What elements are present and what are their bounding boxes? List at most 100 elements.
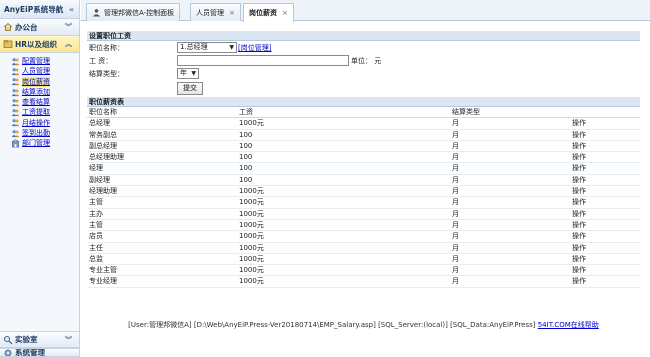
sidebar-item-label[interactable]: 结算添加 xyxy=(22,87,50,97)
operate-link[interactable]: 操作 xyxy=(570,129,640,141)
users-icon xyxy=(11,129,20,137)
settle-type-cell: 月 xyxy=(450,162,570,175)
gear-icon xyxy=(4,349,12,356)
table-header-row: 职位名称 工资 结算类型 xyxy=(87,107,640,119)
settle-type-cell: 月 xyxy=(450,230,570,243)
operate-link[interactable]: 操作 xyxy=(570,196,640,209)
position-select[interactable]: 1.总经理 ▼ xyxy=(177,42,237,53)
sidebar-item-salary-extract[interactable]: 工资提取 xyxy=(11,107,79,117)
sidebar-item-label[interactable]: 查看结算 xyxy=(22,97,50,107)
close-icon[interactable]: × xyxy=(229,5,235,21)
tab-position-salary[interactable]: 岗位薪资 × xyxy=(243,3,294,22)
sidebar-section-hr[interactable]: HR以及组织 ︽ xyxy=(0,36,79,53)
table-row: 专业主管 1000元月操作 xyxy=(87,264,640,277)
search-icon xyxy=(3,335,13,344)
sidebar-item-view-settle[interactable]: 查看结算 xyxy=(11,97,79,107)
settle-type-cell: 月 xyxy=(450,253,570,266)
position-name-cell: 店员 xyxy=(87,230,237,243)
sidebar-item-label[interactable]: 部门管理 xyxy=(22,138,50,148)
table-row: 总经理助理 100 月操作 xyxy=(87,151,640,164)
operate-link[interactable]: 操作 xyxy=(570,185,640,198)
sidebar-section-lab[interactable]: 实验室 ︾ xyxy=(0,331,79,348)
salary-label: 工 资： xyxy=(89,56,113,65)
operate-link[interactable]: 操作 xyxy=(570,208,640,220)
sidebar-item-personnel[interactable]: 人员管理 xyxy=(11,66,79,76)
sidebar-section-label: 系统管理 xyxy=(15,348,45,357)
table-row: 主任 1000元月操作 xyxy=(87,242,640,254)
sidebar-item-label[interactable]: 工资提取 xyxy=(22,107,50,117)
position-name-cell: 总经理 xyxy=(87,117,237,130)
double-chevron-down-icon[interactable]: ︾ xyxy=(65,19,72,36)
position-label: 职位名称： xyxy=(89,43,124,52)
tab-personnel[interactable]: 人员管理 × xyxy=(190,3,241,21)
tab-dashboard[interactable]: 管理邦微信A-控制面板 xyxy=(86,3,181,21)
sidebar-item-position-salary[interactable]: 岗位薪资 xyxy=(11,76,79,87)
position-name-cell: 副经理 xyxy=(87,174,237,187)
sidebar-title: AnyEiP系统导航 xyxy=(4,5,64,14)
operate-link[interactable]: 操作 xyxy=(570,117,640,130)
position-select-value: 1.总经理 xyxy=(180,43,208,51)
double-chevron-down-icon[interactable]: ︾ xyxy=(65,332,72,349)
unit-label: 单位： 元 xyxy=(351,56,382,65)
help-link[interactable]: 54IT.COM在线帮助 xyxy=(538,321,599,329)
salary-input[interactable] xyxy=(177,55,349,66)
settle-type-label: 结算类型： xyxy=(89,69,124,78)
users-icon xyxy=(11,119,20,127)
table-row: 专业经理 1000元月操作 xyxy=(87,275,640,288)
sidebar-item-department[interactable]: 部门管理 xyxy=(11,138,79,148)
sidebar-item-label[interactable]: 月结操作 xyxy=(22,118,50,128)
position-name-cell: 主任 xyxy=(87,242,237,254)
settle-type-cell: 月 xyxy=(450,196,570,209)
close-icon[interactable]: × xyxy=(282,5,288,21)
sidebar-item-label[interactable]: 签到出勤 xyxy=(22,128,50,138)
salary-cell: 1000元 xyxy=(237,264,450,277)
position-name-cell: 专业经理 xyxy=(87,275,237,288)
table-body: 总经理 1000元月操作 常务副总 100 月操作 副总经理 100 月操作 总经理助理 100 月… xyxy=(87,117,640,288)
sidebar-item-label[interactable]: 岗位薪资 xyxy=(22,76,50,87)
double-chevron-up-icon[interactable]: ︽ xyxy=(65,36,72,53)
salary-cell: 100 xyxy=(237,174,450,187)
operate-link[interactable]: 操作 xyxy=(570,151,640,164)
sidebar-item-label[interactable]: 配置管理 xyxy=(22,56,50,66)
operate-link[interactable]: 操作 xyxy=(570,264,640,277)
settle-type-cell: 月 xyxy=(450,117,570,130)
sidebar-section-system[interactable]: 系统管理 xyxy=(0,348,79,357)
operate-link[interactable]: 操作 xyxy=(570,174,640,187)
operate-link[interactable]: 操作 xyxy=(570,140,640,153)
table-row: 主管 1000元月操作 xyxy=(87,219,640,232)
salary-cell: 1000元 xyxy=(237,117,450,130)
operate-link[interactable]: 操作 xyxy=(570,219,640,232)
operate-link[interactable]: 操作 xyxy=(570,230,640,243)
sidebar-item-label[interactable]: 人员管理 xyxy=(22,66,50,76)
building-icon xyxy=(11,139,20,148)
dropdown-arrow-icon: ▼ xyxy=(229,44,234,51)
status-text: [User:管理邦微信A] [D:\Web\AnyEiP.Press-Ver20… xyxy=(128,321,536,329)
tab-label: 人员管理 xyxy=(196,8,224,17)
position-name-cell: 副总经理 xyxy=(87,140,237,153)
double-chevron-left-icon[interactable]: « xyxy=(69,0,74,19)
table-heading: 职位薪资表 xyxy=(87,97,640,107)
position-name-cell: 常务副总 xyxy=(87,129,237,141)
operate-link[interactable]: 操作 xyxy=(570,162,640,175)
settle-type-cell: 月 xyxy=(450,140,570,153)
position-manage-link[interactable]: [岗位管理] xyxy=(238,43,271,53)
operate-link[interactable]: 操作 xyxy=(570,253,640,266)
sidebar-item-settle-add[interactable]: 结算添加 xyxy=(11,87,79,97)
operate-link[interactable]: 操作 xyxy=(570,242,640,254)
sidebar-item-config[interactable]: 配置管理 xyxy=(11,56,79,66)
submit-button[interactable]: 提交 xyxy=(177,81,203,95)
users-icon xyxy=(11,57,20,65)
sidebar-menu: 配置管理 人员管理 岗位薪资 结算添加 查看结算 工资提取 月结操作 签到出勤 xyxy=(0,53,79,149)
position-name-cell: 经理助理 xyxy=(87,185,237,198)
operate-link[interactable]: 操作 xyxy=(570,275,640,288)
sidebar-item-month-close[interactable]: 月结操作 xyxy=(11,118,79,128)
column-header: 职位名称 xyxy=(87,107,237,119)
sidebar-section-label: 实验室 xyxy=(15,335,38,344)
salary-cell: 100 xyxy=(237,162,450,175)
sidebar-bottom: 实验室 ︾ 系统管理 xyxy=(0,331,79,357)
sidebar-item-attendance[interactable]: 签到出勤 xyxy=(11,128,79,138)
settle-type-select[interactable]: 年 ▼ xyxy=(177,68,199,79)
position-name-cell: 专业主管 xyxy=(87,264,237,277)
salary-cell: 100 xyxy=(237,140,450,153)
sidebar-section-office[interactable]: 办公台 ︾ xyxy=(0,19,79,36)
